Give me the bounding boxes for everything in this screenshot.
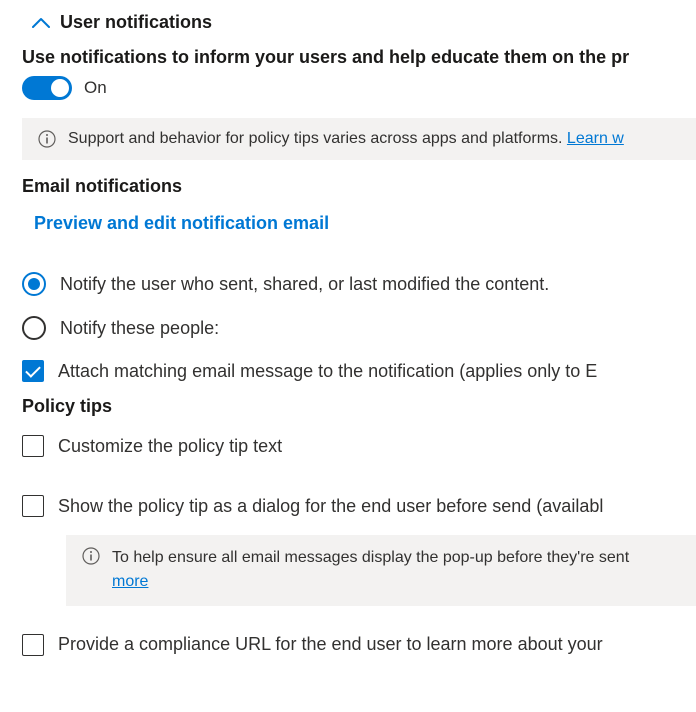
info-icon [82, 547, 100, 565]
compliance-url-checkbox[interactable] [22, 634, 44, 656]
notify-people-radio[interactable] [22, 316, 46, 340]
section-description: Use notifications to inform your users a… [0, 33, 696, 76]
learn-more-link[interactable]: more [112, 571, 629, 593]
attach-email-label: Attach matching email message to the not… [58, 361, 597, 382]
notifications-toggle[interactable] [22, 76, 72, 100]
notify-sender-option: Notify the user who sent, shared, or las… [0, 262, 696, 306]
compliance-url-label: Provide a compliance URL for the end use… [58, 634, 603, 655]
attach-email-checkbox[interactable] [22, 360, 44, 382]
learn-link[interactable]: Learn w [567, 130, 624, 147]
show-dialog-checkbox[interactable] [22, 495, 44, 517]
popup-info-banner: To help ensure all email messages displa… [66, 535, 696, 606]
toggle-row: On [0, 76, 696, 110]
toggle-thumb [51, 79, 69, 97]
notify-people-label: Notify these people: [60, 318, 219, 339]
customize-tip-label: Customize the policy tip text [58, 436, 282, 457]
preview-edit-link[interactable]: Preview and edit notification email [0, 205, 696, 248]
show-dialog-option: Show the policy tip as a dialog for the … [0, 485, 696, 527]
section-title: User notifications [60, 12, 212, 33]
attach-email-option: Attach matching email message to the not… [0, 350, 696, 392]
customize-tip-option: Customize the policy tip text [0, 425, 696, 467]
chevron-up-icon[interactable] [32, 17, 50, 29]
notify-people-option: Notify these people: [0, 306, 696, 350]
toggle-label: On [84, 78, 107, 98]
banner-text: Support and behavior for policy tips var… [68, 130, 624, 148]
customize-tip-checkbox[interactable] [22, 435, 44, 457]
info-icon [38, 130, 56, 148]
notify-sender-radio[interactable] [22, 272, 46, 296]
show-dialog-label: Show the policy tip as a dialog for the … [58, 496, 603, 517]
banner-text: To help ensure all email messages displa… [112, 547, 629, 594]
email-notifications-title: Email notifications [0, 172, 696, 205]
section-header: User notifications [0, 0, 696, 33]
compliance-url-option: Provide a compliance URL for the end use… [0, 624, 696, 666]
notify-sender-label: Notify the user who sent, shared, or las… [60, 274, 549, 295]
policy-tips-info-banner: Support and behavior for policy tips var… [22, 118, 696, 160]
policy-tips-title: Policy tips [0, 392, 696, 425]
